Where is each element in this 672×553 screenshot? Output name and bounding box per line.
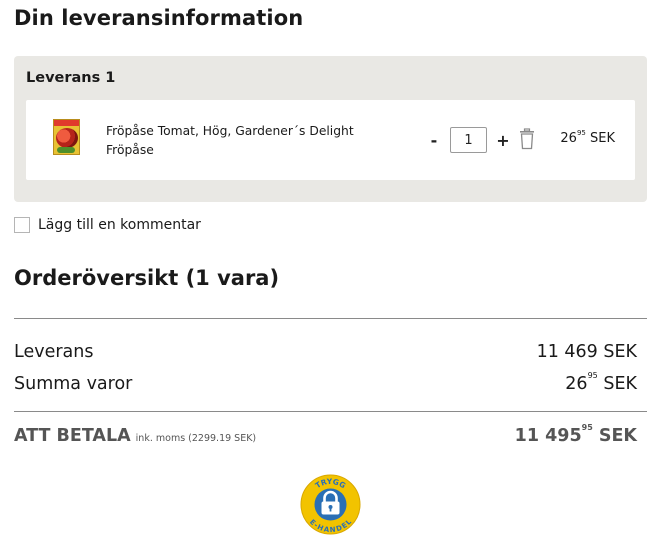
summary-row-delivery: Leverans 11 469 SEK	[14, 342, 637, 362]
comment-checkbox[interactable]	[14, 217, 30, 233]
delivery-title: Leverans 1	[26, 70, 116, 86]
lock-icon: TRYGG E-HANDEL	[300, 474, 361, 535]
total-amount-currency: SEK	[598, 426, 637, 446]
total-amount-whole: 11 495	[514, 426, 582, 446]
trash-icon[interactable]	[518, 128, 536, 150]
item-price-currency: SEK	[590, 131, 615, 146]
cart-item: Fröpåse Tomat, Hög, Gardener´s Delight F…	[26, 100, 635, 180]
summary-amount-ore: 95	[587, 371, 598, 380]
total-amount-ore: 95	[581, 423, 593, 432]
total-row: ATT BETALA ink. moms (2299.19 SEK) 11 495…	[14, 423, 637, 446]
total-vat-note: ink. moms (2299.19 SEK)	[135, 433, 257, 444]
increase-quantity-button[interactable]: +	[491, 127, 515, 153]
summary-amount-whole: 26	[565, 374, 588, 394]
summary-row-amount: 2695 SEK	[565, 371, 637, 394]
summary-amount-currency: SEK	[603, 374, 637, 394]
summary-divider-bottom	[14, 411, 647, 412]
summary-row-label: Leverans	[14, 342, 94, 362]
decrease-quantity-button[interactable]: -	[422, 127, 446, 153]
summary-row-label: Summa varor	[14, 374, 133, 394]
product-name[interactable]: Fröpåse Tomat, Hög, Gardener´s Delight F…	[106, 122, 396, 160]
delivery-section: Leverans 1 Fröpåse Tomat, Hög, Gardener´…	[14, 56, 647, 202]
item-price-ore: 95	[576, 129, 586, 137]
item-price: 2695 SEK	[560, 129, 615, 146]
total-label: ATT BETALA	[14, 426, 131, 446]
quantity-stepper: - +	[422, 127, 515, 153]
trygg-e-handel-badge[interactable]: TRYGG E-HANDEL	[300, 474, 361, 535]
item-price-whole: 26	[560, 131, 577, 146]
quantity-input[interactable]	[450, 127, 487, 153]
total-amount: 11 49595 SEK	[514, 423, 637, 446]
product-image[interactable]	[53, 119, 80, 155]
order-summary-title: Orderöversikt (1 vara)	[14, 266, 280, 290]
summary-row-amount: 11 469 SEK	[536, 342, 637, 362]
comment-label[interactable]: Lägg till en kommentar	[38, 217, 201, 233]
product-title[interactable]: Fröpåse Tomat, Hög, Gardener´s Delight	[106, 122, 396, 141]
summary-row-items: Summa varor 2695 SEK	[14, 371, 637, 394]
product-subtitle: Fröpåse	[106, 143, 154, 157]
comment-toggle[interactable]: Lägg till en kommentar	[14, 217, 201, 233]
page-title: Din leveransinformation	[14, 6, 304, 30]
summary-divider-top	[14, 318, 647, 319]
